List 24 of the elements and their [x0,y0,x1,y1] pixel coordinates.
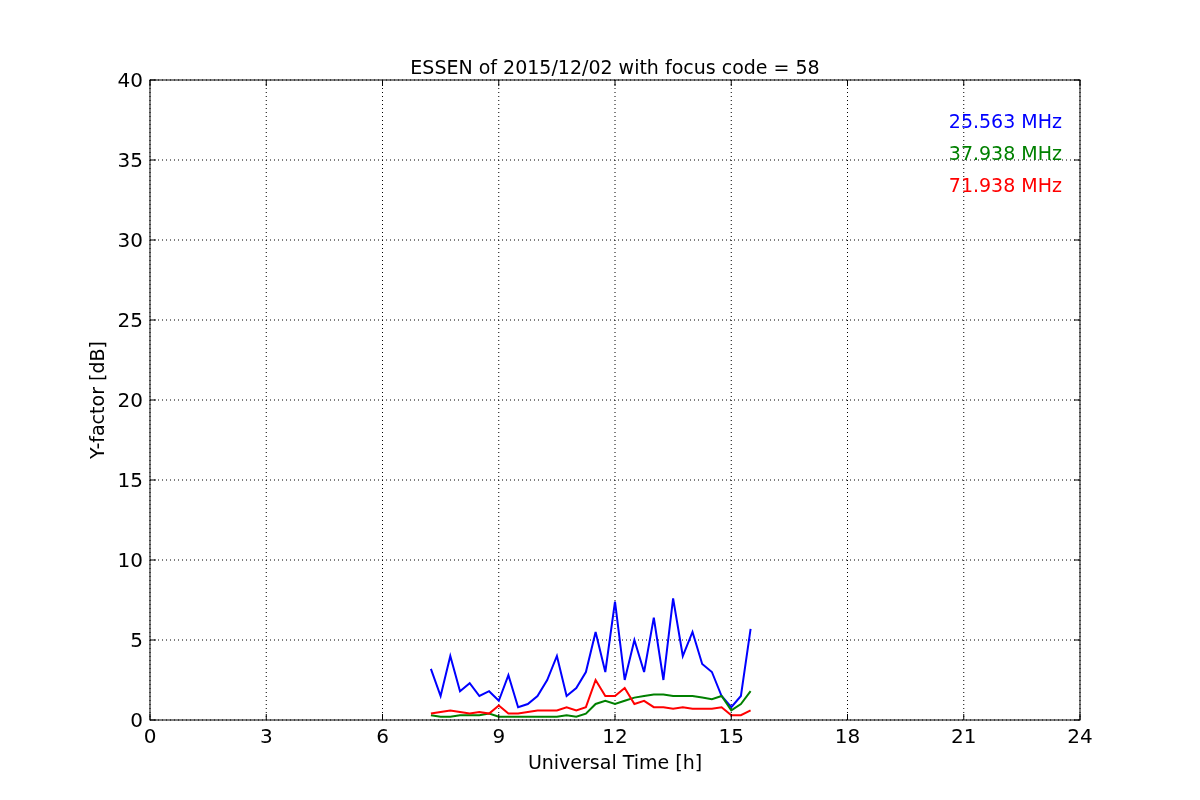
y-tick-label: 5 [130,628,143,652]
y-tick-label: 20 [117,388,143,412]
y-tick-label: 40 [117,68,143,92]
y-tick-label: 25 [117,308,143,332]
x-tick-label: 3 [259,724,273,748]
y-tick-label: 15 [117,468,143,492]
x-axis-label: Universal Time [h] [527,751,703,773]
x-tick-label: 18 [834,724,861,748]
chart-title: ESSEN of 2015/12/02 with focus code = 58 [410,56,820,78]
y-tick-label: 10 [117,548,143,572]
legend-label: 25.563 MHz [948,110,1062,132]
y-tick-label: 35 [117,148,143,172]
y-axis-label: Y-factor [dB] [86,341,108,459]
x-tick-label: 24 [1067,724,1093,748]
x-tick-label: 9 [492,724,506,748]
x-tick-label: 15 [718,724,744,748]
x-tick-label: 12 [602,724,628,748]
y-tick-label: 30 [117,228,143,252]
x-tick-label: 6 [376,724,389,748]
x-tick-label: 21 [951,724,977,748]
x-tick-label: 0 [143,724,157,748]
legend-label: 71.938 MHz [948,174,1062,196]
legend-label: 37.938 MHz [948,142,1062,164]
y-tick-label: 0 [130,708,143,732]
